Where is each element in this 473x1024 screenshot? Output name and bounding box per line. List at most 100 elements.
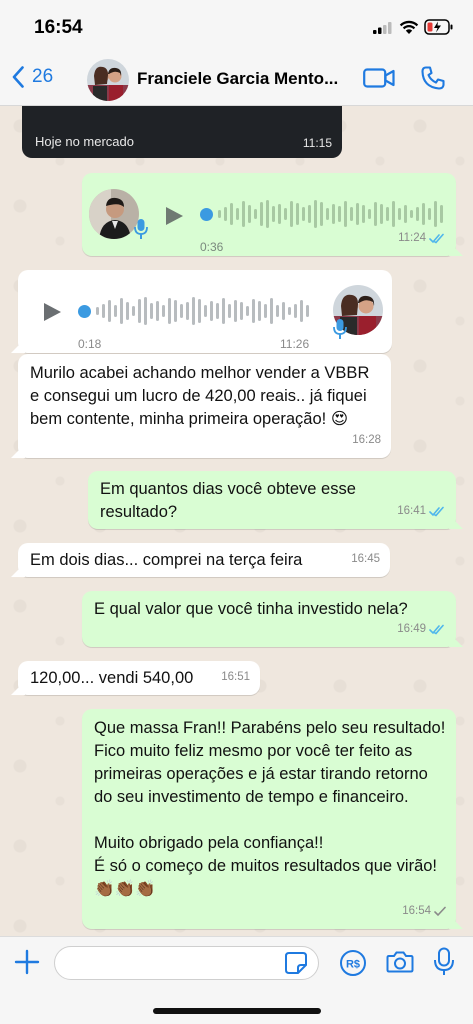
message-text: Murilo acabei achando melhor vender a VB… [30,364,374,428]
image-message[interactable]: Hoje no mercado 11:15 [22,106,342,158]
double-check-icon [429,506,444,517]
message-composer: R$ [0,936,473,1024]
message-time: 16:41 [397,505,426,517]
waveform-bar [144,297,147,325]
phone-icon[interactable] [420,65,446,91]
waveform-bar [278,204,281,224]
waveform-bar [428,208,431,220]
waveform-bar [344,201,347,227]
voice-message-outgoing[interactable]: 0:36 11:24 [82,173,456,256]
video-call-icon[interactable] [363,67,395,89]
message-outgoing[interactable]: E qual valor que você tinha investido ne… [82,591,456,647]
waveform-bar [332,204,335,224]
waveform-bar [288,307,291,315]
double-check-icon [429,624,444,635]
status-time: 16:54 [34,17,83,38]
voice-duration: 0:36 [200,240,224,254]
waveform-bar [138,299,141,323]
waveform-bar [276,305,279,317]
contact-name[interactable]: Franciele Garcia Mento... [137,69,357,89]
battery-charging-icon [424,19,453,35]
chat-header: 26 Franciele Garcia Mento... [0,52,473,106]
waveform-bar [264,304,267,318]
waveform-bar [222,298,225,324]
waveform-bar [416,207,419,221]
message-text: Em dois dias... comprei na terça feira [30,551,303,569]
message-incoming[interactable]: Em dois dias... comprei na terça feira 1… [18,543,390,577]
waveform-bar [270,298,273,324]
message-input[interactable] [54,946,319,980]
waveform-bar [284,208,287,220]
status-bar: 16:54 [0,0,473,52]
waveform-bar [368,209,371,219]
sender-avatar [89,189,139,239]
waveform-bar [180,304,183,318]
waveform-bar [314,200,317,228]
message-outgoing[interactable]: Que massa Fran!! Parabéns pelo seu resul… [82,709,456,929]
waveform-bar [224,207,227,221]
waveform-bar [248,205,251,223]
message-time: 11:24 [398,232,426,244]
voice-duration: 0:18 [78,337,102,351]
waveform-bar [114,305,117,317]
waveform-bar [258,301,261,321]
play-icon[interactable] [164,206,184,226]
message-time: 16:28 [352,434,381,446]
waveform-bar [230,203,233,225]
voice-waveform[interactable] [200,200,443,228]
mic-icon [134,219,148,239]
voice-message-incoming[interactable]: 0:18 11:26 [18,270,392,353]
sticker-icon[interactable] [284,951,308,975]
waveform-bar [168,298,171,324]
chat-area[interactable]: Hoje no mercado 11:15 0:36 11:24 0:18 11… [0,106,473,936]
waveform-bar [266,200,269,228]
message-meta: 16:51 [221,666,250,689]
playback-position-dot[interactable] [200,207,213,221]
message-meta: 16:54 [402,900,446,923]
chevron-left-icon [12,66,24,88]
contact-avatar[interactable] [87,59,129,101]
payment-icon[interactable]: R$ [339,949,367,977]
waveform-bar [362,205,365,223]
voice-waveform[interactable] [78,297,309,325]
svg-text:R$: R$ [346,959,360,971]
waveform-bar [228,304,231,318]
waveform-bar [356,203,359,225]
waveform-bar [242,201,245,227]
plus-icon[interactable] [14,949,40,975]
waveform-bar [150,303,153,319]
waveform-bar [392,201,395,227]
waveform-bar [252,299,255,323]
waveform-bar [240,302,243,320]
waveform-bar [398,208,401,220]
play-icon[interactable] [42,302,62,322]
message-outgoing[interactable]: Em quantos dias você obteve esse resulta… [88,471,456,529]
message-incoming[interactable]: Murilo acabei achando melhor vender a VB… [18,354,391,458]
waveform-bar [162,305,165,317]
message-time: 11:26 [280,337,310,351]
back-button[interactable]: 26 [12,66,53,88]
waveform-bar [306,305,309,317]
waveform-bar [290,201,293,227]
waveform-bar [434,201,437,227]
waveform-bar [236,208,239,220]
waveform-bar [198,299,201,323]
image-caption: Hoje no mercado [35,134,134,149]
mic-icon[interactable] [433,947,455,977]
waveform-bar [216,303,219,319]
waveform-bar [302,207,305,221]
message-time: 16:51 [221,671,250,683]
message-incoming[interactable]: 120,00... vendi 540,00 16:51 [18,661,260,695]
waveform-bar [218,210,221,218]
wifi-icon [399,20,419,34]
mic-icon [333,319,347,339]
waveform-bar [210,301,213,321]
waveform-bar [192,297,195,325]
playback-position-dot[interactable] [78,304,91,318]
message-time: 16:45 [351,553,380,565]
camera-icon[interactable] [386,949,414,975]
waveform-bar [234,300,237,322]
message-meta: 11:24 [398,227,446,250]
waveform-bar [156,301,159,321]
waveform-bar [300,300,303,322]
